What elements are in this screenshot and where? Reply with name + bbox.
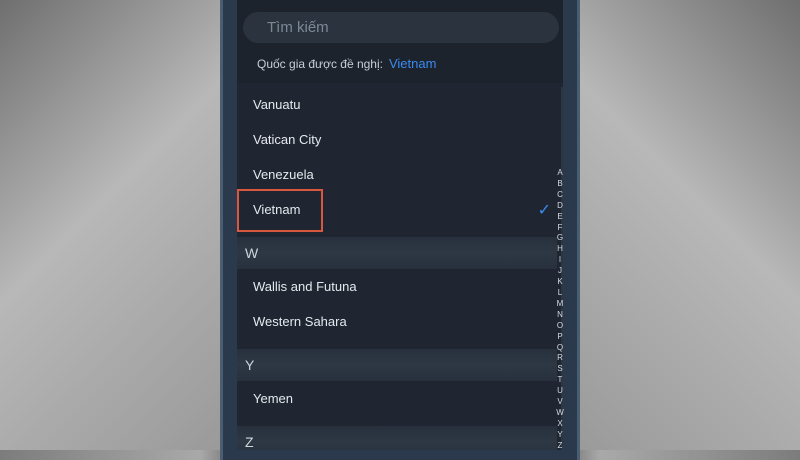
index-letter[interactable]: F [558,223,563,234]
header: Tìm kiếm Quốc gia được đề nghị: Vietnam [237,0,563,83]
country-picker-screen: Tìm kiếm Quốc gia được đề nghị: Vietnam … [237,0,563,450]
section-letter: W [245,245,259,261]
index-letter[interactable]: V [557,397,562,408]
index-letter[interactable]: L [558,288,562,299]
index-letter[interactable]: M [557,299,564,310]
section-letter: Y [245,357,255,373]
list-item[interactable]: Vatican City [237,122,557,157]
index-letter[interactable]: E [557,212,562,223]
section-header-z: Z [237,426,557,450]
index-letter[interactable]: J [558,266,562,277]
list-item-label: Wallis and Futuna [253,279,357,294]
index-letter[interactable]: P [557,332,562,343]
index-letter[interactable]: T [558,375,563,386]
list-item[interactable]: Venezuela [237,157,557,192]
list-item-label: Vietnam [253,202,301,217]
index-letter[interactable]: G [557,233,563,244]
country-list: Vanuatu Vatican City Venezuela Vietnam ✓… [237,87,557,450]
list-item-label: Venezuela [253,167,314,182]
list-item-selected[interactable]: Vietnam ✓ [237,192,557,227]
index-letter[interactable]: W [556,408,564,419]
index-letter[interactable]: S [557,364,562,375]
suggested-label: Quốc gia được đề nghị: [257,57,383,71]
index-letter[interactable]: K [557,277,562,288]
index-letter[interactable]: I [559,255,561,266]
index-letter[interactable]: D [557,201,563,212]
index-letter[interactable]: C [557,190,563,201]
list-item-label: Western Sahara [253,314,347,329]
background-left [0,0,222,450]
section-letter: Z [245,434,254,450]
checkmark-icon: ✓ [537,202,551,219]
list-item-label: Yemen [253,391,293,406]
list-item[interactable]: Vanuatu [237,87,557,122]
section-header-w: W [237,237,557,269]
search-placeholder: Tìm kiếm [267,19,329,36]
index-letter[interactable]: R [557,353,563,364]
search-input[interactable]: Tìm kiếm [243,12,559,43]
index-letter[interactable]: Y [557,430,562,441]
suggested-country: Quốc gia được đề nghị: Vietnam [257,56,436,71]
list-item[interactable]: Wallis and Futuna [237,269,557,304]
index-letter[interactable]: N [557,310,563,321]
list-item[interactable]: Western Sahara [237,304,557,339]
section-header-y: Y [237,349,557,381]
alphabet-index[interactable]: A B C D E F G H I J K L M N O P Q R S T … [554,168,566,452]
index-letter[interactable]: X [557,419,562,430]
index-letter[interactable]: A [557,168,562,179]
index-letter[interactable]: B [557,179,562,190]
background-right [578,0,800,450]
index-letter[interactable]: H [557,244,563,255]
list-item-label: Vanuatu [253,97,301,112]
list-item-label: Vatican City [253,132,322,147]
index-letter[interactable]: U [557,386,563,397]
list-item[interactable]: Yemen [237,381,557,416]
suggested-value[interactable]: Vietnam [389,56,436,71]
index-letter[interactable]: Q [557,343,563,354]
index-letter[interactable]: O [557,321,563,332]
